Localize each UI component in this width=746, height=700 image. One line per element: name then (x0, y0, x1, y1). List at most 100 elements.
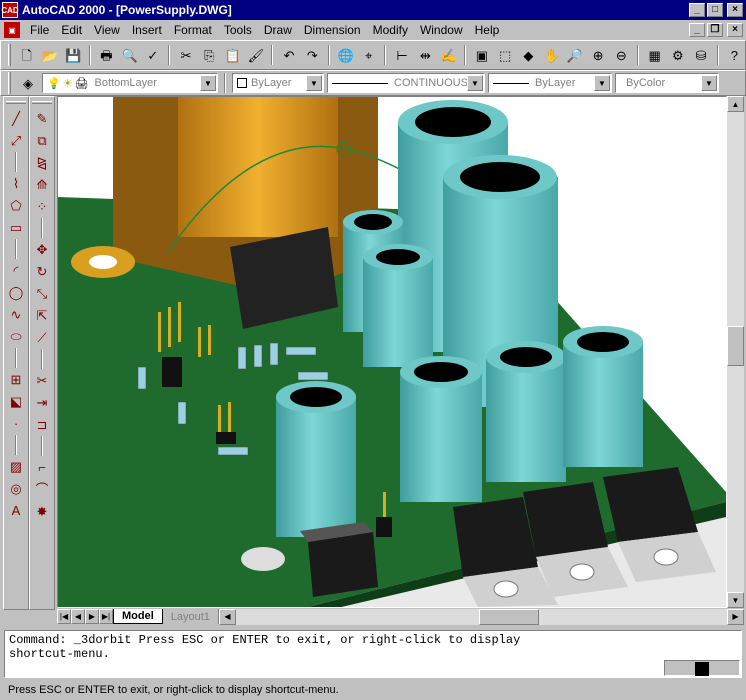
trim-icon[interactable]: ✂ (31, 370, 53, 391)
document-icon[interactable]: ▣ (4, 22, 20, 38)
explode-icon[interactable]: ✸ (31, 501, 53, 522)
help-icon[interactable]: ? (724, 44, 745, 66)
new-icon[interactable]: 🗋 (16, 44, 37, 66)
vertical-scrollbar[interactable]: ▲ ▼ (727, 96, 744, 608)
layers-icon[interactable]: ◈ (17, 72, 39, 94)
plotstyle-dropdown[interactable]: ByColor ▼ (615, 73, 719, 93)
undo-icon[interactable]: ↶ (278, 44, 299, 66)
lineweight-dropdown[interactable]: ByLayer ▼ (488, 73, 612, 93)
redraw-icon[interactable]: ✍ (438, 44, 459, 66)
insert-block-icon[interactable]: ⊞ (5, 369, 27, 390)
zoom-realtime-icon[interactable]: 🔎 (564, 44, 585, 66)
zoom-window-icon[interactable]: ⊕ (587, 44, 608, 66)
tab-last-button[interactable]: ▶| (99, 609, 113, 624)
scroll-up-button[interactable]: ▲ (727, 96, 744, 112)
scroll-thumb[interactable] (695, 662, 709, 676)
polyline-icon[interactable]: ⌇ (5, 173, 27, 194)
fillet-icon[interactable]: ⌒ (31, 479, 53, 500)
multiline-text-icon[interactable]: A (5, 500, 27, 521)
hyperlink-icon[interactable]: 🌐 (335, 44, 356, 66)
mirror-icon[interactable]: ⧎ (31, 152, 53, 173)
cut-icon[interactable]: ✂ (175, 44, 196, 66)
named-views-icon[interactable]: ▣ (471, 44, 492, 66)
dbconnect-icon[interactable]: ⛁ (690, 44, 711, 66)
lengthen-icon[interactable]: ⟋ (31, 327, 53, 348)
scroll-left-button[interactable]: ◀ (218, 608, 236, 625)
print-icon[interactable]: 🖶 (96, 44, 117, 66)
scroll-thumb[interactable] (727, 326, 744, 366)
linetype-dropdown[interactable]: CONTINUOUS ▼ (327, 73, 485, 93)
command-scrollbar[interactable] (664, 660, 740, 676)
match-properties-icon[interactable]: 🖌 (245, 44, 266, 66)
scroll-right-button[interactable]: ▶ (727, 608, 744, 625)
horizontal-scrollbar[interactable]: ◀ ▶ (218, 608, 744, 625)
minimize-button[interactable]: _ (689, 3, 705, 17)
shade-icon[interactable]: ◆ (518, 44, 539, 66)
inquiry-icon[interactable]: ⇹ (415, 44, 436, 66)
doc-restore-button[interactable]: ❐ (707, 23, 723, 37)
properties-icon[interactable]: ▦ (644, 44, 665, 66)
chevron-down-icon[interactable]: ▼ (467, 75, 483, 91)
scale-icon[interactable]: ⤡ (31, 283, 53, 304)
spline-icon[interactable]: ∿ (5, 304, 27, 325)
ucs-icon[interactable]: ⊢ (391, 44, 412, 66)
construction-line-icon[interactable]: ⤢ (5, 130, 27, 151)
menu-window[interactable]: Window (414, 23, 469, 37)
doc-minimize-button[interactable]: _ (689, 23, 705, 37)
rectangle-icon[interactable]: ▭ (5, 217, 27, 238)
polygon-icon[interactable]: ⬠ (5, 195, 27, 216)
line-icon[interactable]: ╱ (5, 108, 27, 129)
arc-icon[interactable]: ◜ (5, 260, 27, 281)
menu-format[interactable]: Format (168, 23, 218, 37)
menu-help[interactable]: Help (469, 23, 506, 37)
3d-views-icon[interactable]: ⬚ (494, 44, 515, 66)
menu-insert[interactable]: Insert (126, 23, 168, 37)
color-dropdown[interactable]: ByLayer ▼ (232, 73, 324, 93)
region-icon[interactable]: ◎ (5, 478, 27, 499)
menu-tools[interactable]: Tools (218, 23, 258, 37)
hatch-icon[interactable]: ▨ (5, 456, 27, 477)
menu-dimension[interactable]: Dimension (298, 23, 367, 37)
drawing-viewport[interactable] (57, 96, 727, 608)
chevron-down-icon[interactable]: ▼ (594, 75, 610, 91)
scroll-down-button[interactable]: ▼ (727, 592, 744, 608)
menu-edit[interactable]: Edit (55, 23, 88, 37)
maximize-button[interactable]: □ (707, 3, 723, 17)
array-icon[interactable]: ⁘ (31, 196, 53, 217)
move-icon[interactable]: ✥ (31, 239, 53, 260)
chevron-down-icon[interactable]: ▼ (200, 75, 216, 91)
point-icon[interactable]: · (5, 413, 27, 434)
tab-layout1[interactable]: Layout1 (162, 609, 219, 624)
menu-file[interactable]: File (24, 23, 55, 37)
redo-icon[interactable]: ↷ (302, 44, 323, 66)
tab-first-button[interactable]: |◀ (57, 609, 71, 624)
copy-icon[interactable]: ⎘ (199, 44, 220, 66)
paste-icon[interactable]: 📋 (222, 44, 243, 66)
make-block-icon[interactable]: ⬕ (5, 391, 27, 412)
toolbar-grip[interactable] (8, 72, 11, 94)
layer-dropdown[interactable]: 💡 ☀ 🖨 BottomLayer ▼ (42, 73, 218, 93)
offset-icon[interactable]: ⟰ (31, 174, 53, 195)
save-icon[interactable]: 💾 (62, 44, 83, 66)
tab-model[interactable]: Model (113, 609, 163, 624)
close-button[interactable]: × (727, 3, 743, 17)
design-center-icon[interactable]: ⚙ (667, 44, 688, 66)
print-preview-icon[interactable]: 🔍 (119, 44, 140, 66)
tab-next-button[interactable]: ▶ (85, 609, 99, 624)
circle-icon[interactable]: ◯ (5, 282, 27, 303)
rotate-icon[interactable]: ↻ (31, 261, 53, 282)
ellipse-icon[interactable]: ⬭ (5, 326, 27, 347)
menu-modify[interactable]: Modify (367, 23, 414, 37)
open-icon[interactable]: 📂 (39, 44, 60, 66)
toolbar-grip[interactable] (8, 44, 11, 66)
erase-icon[interactable]: ✎ (31, 108, 53, 129)
menu-draw[interactable]: Draw (258, 23, 298, 37)
pan-icon[interactable]: ✋ (541, 44, 562, 66)
chevron-down-icon[interactable]: ▼ (306, 75, 322, 91)
scroll-thumb[interactable] (478, 608, 539, 625)
copy-object-icon[interactable]: ⧉ (31, 130, 53, 151)
extend-icon[interactable]: ⇥ (31, 392, 53, 413)
doc-close-button[interactable]: × (727, 23, 743, 37)
menu-view[interactable]: View (88, 23, 126, 37)
zoom-previous-icon[interactable]: ⊖ (611, 44, 632, 66)
